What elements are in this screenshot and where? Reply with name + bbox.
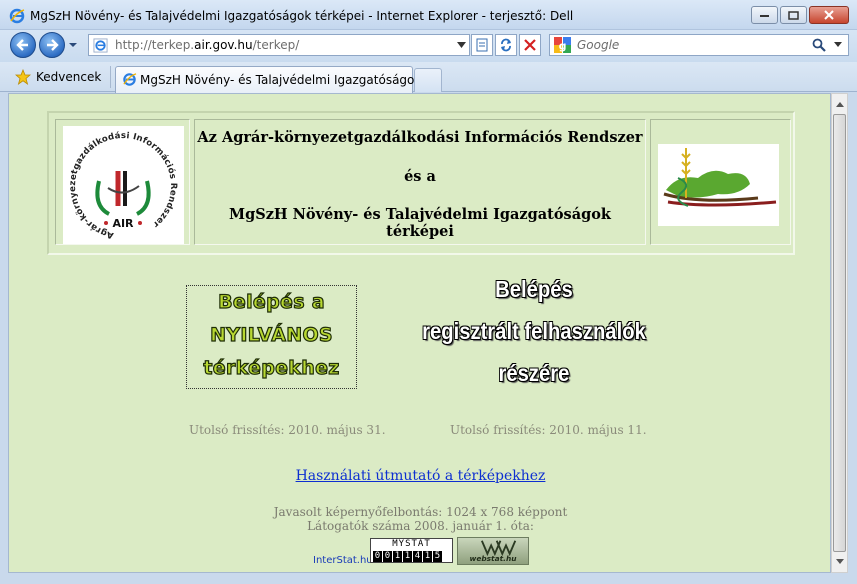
mystat-digits: 0 0 1 1 4 1 5 [373, 551, 443, 562]
favorites-button[interactable]: Kedvencek [15, 69, 101, 85]
page-viewport: Agrár-környezetgazdálkodási Információs … [8, 93, 831, 573]
recommended-resolution: Javasolt képernyőfelbontás: 1024 x 768 k… [273, 505, 568, 519]
page-icon [93, 38, 108, 53]
air-logo-cell: Agrár-környezetgazdálkodási Információs … [55, 119, 190, 245]
maximize-icon [788, 10, 799, 20]
vertical-scrollbar[interactable] [831, 93, 848, 573]
header-title-cell: Az Agrár-környezetgazdálkodási Informáci… [194, 119, 646, 245]
forward-button[interactable] [39, 32, 65, 58]
stop-button[interactable] [519, 34, 541, 56]
air-logo[interactable]: Agrár-környezetgazdálkodási Információs … [63, 126, 184, 244]
address-dropdown-icon[interactable] [457, 42, 466, 48]
registered-last-update: Utolsó frissítés: 2010. május 11. [450, 423, 647, 437]
window-title: MgSzH Növény- és Talajvédelmi Igazgatósá… [30, 9, 574, 23]
scrollbar-thumb[interactable] [833, 114, 846, 552]
mgszh-logo[interactable] [658, 144, 779, 226]
public-button-line-1: Belépés a [218, 290, 326, 313]
registered-button-line-3: részére [498, 360, 570, 386]
header-line-3: MgSzH Növény- és Talajvédelmi Igazgatósá… [229, 206, 611, 240]
search-options-dropdown-icon[interactable] [834, 42, 842, 47]
star-icon [15, 69, 31, 85]
maximize-button[interactable] [780, 6, 807, 24]
interstat-link[interactable]: InterStat.hu [313, 555, 373, 566]
minimize-button[interactable] [751, 6, 778, 24]
counter-digit: 1 [393, 551, 402, 562]
tab-active[interactable]: MgSzH Növény- és Talajvédelmi Igazgatósá… [115, 66, 441, 93]
tab-separator [110, 66, 111, 88]
visitor-count-label: Látogatók száma 2008. január 1. óta: [307, 519, 534, 533]
scroll-down-icon[interactable] [835, 558, 845, 566]
registered-button-line-1: Belépés [495, 276, 573, 302]
counter-digit: 5 [433, 551, 442, 562]
window-bottom-frame [0, 573, 857, 584]
svg-text:g: g [559, 40, 567, 53]
mystat-title: MYSTAT [392, 539, 431, 549]
counter-digit: 1 [403, 551, 412, 562]
address-toolbar: http://terkep.air.gov.hu/terkep/ g Googl… [0, 30, 857, 62]
internet-explorer-icon [9, 8, 25, 24]
tab-bar: Kedvencek MgSzH Növény- és Talajvédelmi … [0, 62, 857, 93]
webstat-label: webstat.hu [469, 554, 517, 563]
compatibility-icon [476, 38, 488, 52]
tab-title: MgSzH Növény- és Talajvédelmi Igazgatósá… [140, 73, 442, 87]
registered-users-login-button[interactable]: Belépés regisztrált felhasználók részére [404, 268, 664, 394]
arrow-left-icon [16, 39, 28, 51]
close-icon [824, 10, 834, 20]
logo-air-text: AIR [112, 217, 134, 230]
mgszh-logo-cell [650, 119, 791, 245]
scroll-up-icon[interactable] [835, 100, 845, 108]
counter-digit: 1 [423, 551, 432, 562]
refresh-button[interactable] [495, 34, 517, 56]
search-field[interactable]: g Google [549, 34, 849, 56]
compatibility-view-button[interactable] [471, 34, 493, 56]
refresh-icon [501, 38, 511, 52]
header-line-2: és a [404, 168, 436, 185]
favorites-label: Kedvencek [36, 70, 102, 84]
registered-button-line-2: regisztrált felhasználók [422, 318, 646, 344]
search-placeholder: Google [577, 38, 620, 52]
internet-explorer-icon [123, 73, 137, 86]
counter-digit: 0 [383, 551, 392, 562]
google-icon: g [554, 37, 571, 53]
arrow-right-icon [47, 39, 59, 51]
url-text: http://terkep.air.gov.hu/terkep/ [115, 38, 300, 52]
counter-digit: 4 [413, 551, 422, 562]
page-header: Agrár-környezetgazdálkodási Információs … [47, 111, 795, 255]
new-tab-button[interactable] [414, 68, 442, 92]
minimize-icon [759, 15, 769, 17]
header-line-1: Az Agrár-környezetgazdálkodási Informáci… [197, 129, 643, 146]
public-button-line-3: térképekhez [203, 356, 340, 379]
public-maps-login-button[interactable]: Belépés a NYILVÁNOS térképekhez [186, 285, 357, 389]
mystat-counter[interactable]: MYSTAT 0 0 1 1 4 1 5 [370, 538, 453, 563]
title-bar: MgSzH Növény- és Talajvédelmi Igazgatósá… [0, 0, 857, 30]
counter-digit: 0 [373, 551, 382, 562]
search-icon[interactable] [812, 38, 826, 52]
webstat-badge[interactable]: webstat.hu [457, 537, 529, 565]
recent-pages-dropdown-icon[interactable] [68, 41, 78, 49]
close-window-button[interactable] [809, 6, 849, 24]
public-last-update: Utolsó frissítés: 2010. május 31. [189, 423, 386, 437]
user-guide-link[interactable]: Használati útmutató a térképekhez [9, 468, 830, 484]
public-button-line-2: NYILVÁNOS [210, 323, 334, 346]
back-button[interactable] [10, 32, 36, 58]
address-field[interactable]: http://terkep.air.gov.hu/terkep/ [88, 34, 470, 56]
stop-icon [524, 39, 536, 51]
